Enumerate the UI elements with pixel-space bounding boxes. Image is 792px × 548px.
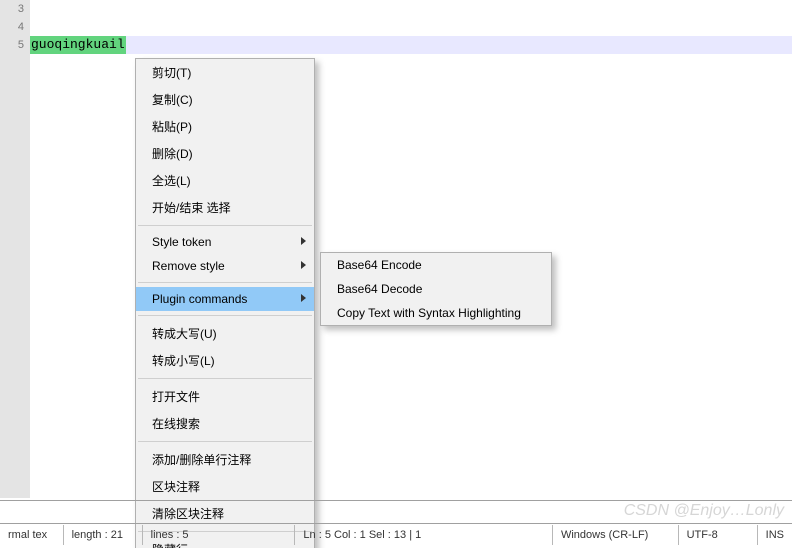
- menu-online-search[interactable]: 在线搜索: [136, 410, 314, 437]
- menu-label: Remove style: [152, 259, 225, 273]
- menu-remove-style[interactable]: Remove style: [136, 254, 314, 278]
- menu-delete[interactable]: 删除(D): [136, 140, 314, 167]
- status-mode: rmal tex: [0, 525, 63, 545]
- status-bar: rmal tex length : 21 lines : 5 Ln : 5 Co…: [0, 500, 792, 548]
- line-number: 4: [0, 18, 24, 36]
- status-length: length : 21: [63, 525, 142, 545]
- menu-copy[interactable]: 复制(C): [136, 86, 314, 113]
- menu-copy-syntax-highlight[interactable]: Copy Text with Syntax Highlighting: [321, 301, 551, 325]
- status-row: rmal tex length : 21 lines : 5 Ln : 5 Co…: [0, 524, 792, 546]
- menu-separator: [138, 378, 312, 379]
- status-row-empty: [0, 502, 792, 524]
- status-eol: Windows (CR-LF): [552, 525, 678, 545]
- status-position: Ln : 5 Col : 1 Sel : 13 | 1: [294, 525, 552, 545]
- editor-line[interactable]: [30, 18, 792, 36]
- menu-block-comment[interactable]: 区块注释: [136, 473, 314, 500]
- menu-base64-decode[interactable]: Base64 Decode: [321, 277, 551, 301]
- menu-base64-encode[interactable]: Base64 Encode: [321, 253, 551, 277]
- menu-toggle-line-comment[interactable]: 添加/删除单行注释: [136, 446, 314, 473]
- status-encoding: UTF-8: [678, 525, 757, 545]
- line-number: 5: [0, 36, 24, 54]
- line-gutter: 3 4 5: [0, 0, 30, 498]
- menu-open-file[interactable]: 打开文件: [136, 383, 314, 410]
- menu-separator: [138, 282, 312, 283]
- menu-style-token[interactable]: Style token: [136, 230, 314, 254]
- menu-label: Style token: [152, 235, 211, 249]
- status-insert-mode: INS: [757, 525, 792, 545]
- menu-uppercase[interactable]: 转成大写(U): [136, 320, 314, 347]
- editor-line-current[interactable]: guoqingkuail: [30, 36, 792, 54]
- menu-separator: [138, 225, 312, 226]
- menu-separator: [138, 315, 312, 316]
- line-number: 3: [0, 0, 24, 18]
- editor-line[interactable]: [30, 0, 792, 18]
- context-menu: 剪切(T) 复制(C) 粘贴(P) 删除(D) 全选(L) 开始/结束 选择 S…: [135, 58, 315, 548]
- submenu-arrow-icon: [301, 261, 306, 269]
- menu-lowercase[interactable]: 转成小写(L): [136, 347, 314, 374]
- menu-begin-end-select[interactable]: 开始/结束 选择: [136, 194, 314, 221]
- menu-separator: [138, 441, 312, 442]
- submenu-arrow-icon: [301, 237, 306, 245]
- menu-label: Plugin commands: [152, 292, 247, 306]
- menu-cut[interactable]: 剪切(T): [136, 59, 314, 86]
- status-lines: lines : 5: [142, 525, 295, 545]
- editor-area[interactable]: 3 4 5 guoqingkuail: [0, 0, 792, 498]
- status-rule: [0, 500, 792, 501]
- selected-text[interactable]: guoqingkuail: [30, 36, 126, 54]
- menu-plugin-commands[interactable]: Plugin commands: [136, 287, 314, 311]
- menu-paste[interactable]: 粘贴(P): [136, 113, 314, 140]
- menu-select-all[interactable]: 全选(L): [136, 167, 314, 194]
- plugin-commands-submenu: Base64 Encode Base64 Decode Copy Text wi…: [320, 252, 552, 326]
- submenu-arrow-icon: [301, 294, 306, 302]
